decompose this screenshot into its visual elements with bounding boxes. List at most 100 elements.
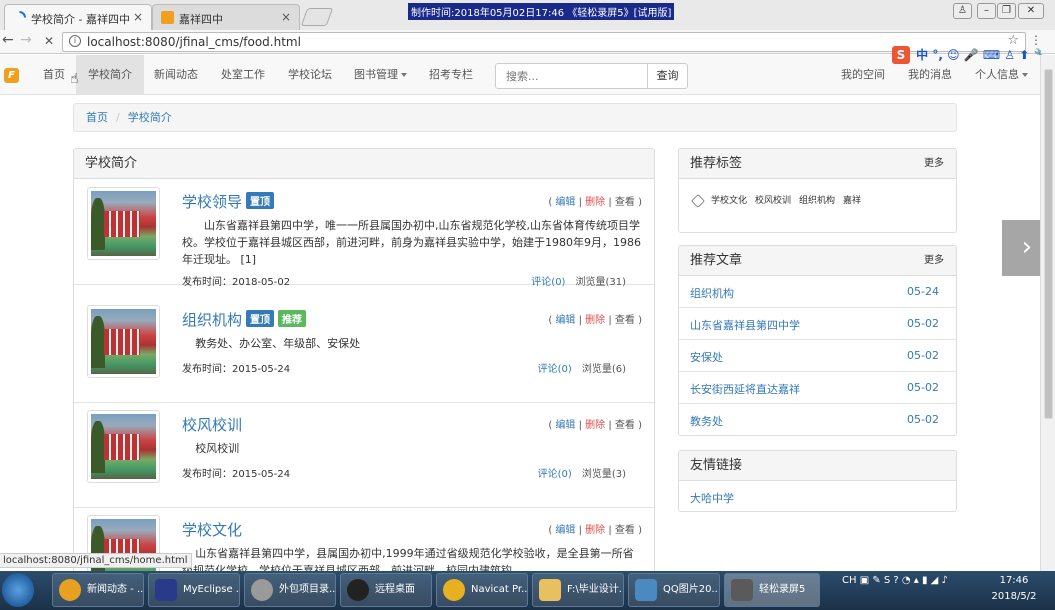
user-icon[interactable]: ♙ <box>953 3 972 19</box>
comments-link[interactable]: 评论(0) <box>538 364 572 375</box>
edit-link[interactable]: 编辑 <box>555 315 575 326</box>
more-link[interactable]: 更多 <box>924 149 944 178</box>
article-title[interactable]: 校风校训 <box>182 416 242 434</box>
more-link[interactable]: 更多 <box>924 246 944 275</box>
delete-link[interactable]: 删除 <box>585 197 605 208</box>
article-title[interactable]: 组织机构 <box>182 311 242 329</box>
taskbar-item[interactable]: QQ图片20... <box>628 573 720 607</box>
article-thumbnail[interactable] <box>87 305 160 378</box>
nav-forum[interactable]: 学校论坛 <box>288 55 332 95</box>
nav-library-dropdown[interactable]: 图书管理 <box>354 55 407 95</box>
view-link[interactable]: 查看 <box>615 197 635 208</box>
list-item[interactable]: 教务处 05-02 <box>679 404 956 435</box>
list-item-title[interactable]: 长安街西延将直达嘉祥 <box>690 381 800 397</box>
tag[interactable]: 校风校训 <box>755 196 791 206</box>
site-logo[interactable]: F <box>4 68 19 83</box>
close-icon[interactable]: × <box>133 10 143 24</box>
panel-heading: 推荐标签 <box>690 156 743 171</box>
article-thumbnail[interactable] <box>87 410 160 483</box>
list-item[interactable]: 安保处 05-02 <box>679 340 956 372</box>
nav-school-intro[interactable]: 学校简介 <box>76 55 144 95</box>
myeclipse-icon <box>155 579 177 601</box>
language-indicator[interactable]: CH <box>842 575 857 586</box>
view-link[interactable]: 查看 <box>615 315 635 326</box>
list-item-title[interactable]: 组织机构 <box>690 285 734 301</box>
breadcrumb-separator: / <box>116 111 120 124</box>
recorder-icon <box>731 579 753 601</box>
view-count: 浏览量(3) <box>581 469 626 480</box>
search-input[interactable] <box>495 63 648 89</box>
article-thumbnail[interactable] <box>87 187 160 260</box>
article-item: 组织机构 置顶 推荐 ( 编辑 | 删除 | 查看 ) 教务处、办公室、年级部、安保… <box>74 297 654 403</box>
nav-home[interactable]: 首页 <box>43 55 65 95</box>
menu-icon[interactable]: ⋮ <box>1030 33 1042 47</box>
delete-link[interactable]: 删除 <box>585 315 605 326</box>
info-icon[interactable]: i <box>69 35 81 47</box>
taskbar-item[interactable]: MyEclipse ... <box>148 573 240 607</box>
article-summary: 教务处、办公室、年级部、安保处 <box>195 337 361 350</box>
list-item[interactable]: 山东省嘉祥县第四中学 05-02 <box>679 308 956 340</box>
delete-link[interactable]: 删除 <box>585 420 605 431</box>
taskbar-item[interactable]: Navicat Pr... <box>436 573 528 607</box>
list-item[interactable]: 组织机构 05-24 <box>679 276 956 308</box>
friend-link[interactable]: 大哈中学 <box>679 481 956 506</box>
comments-link[interactable]: 评论(0) <box>538 469 572 480</box>
panel-heading: 推荐文章 <box>690 253 743 268</box>
edit-link[interactable]: 编辑 <box>555 420 575 431</box>
nav-departments[interactable]: 处室工作 <box>221 55 265 95</box>
minimize-button[interactable]: – <box>977 3 996 19</box>
restore-button[interactable]: ❐ <box>997 3 1016 19</box>
sogou-ime-icon[interactable]: S <box>892 46 910 64</box>
edit-link[interactable]: 编辑 <box>555 525 575 536</box>
comments-link[interactable]: 评论(0) <box>531 277 565 288</box>
article-title[interactable]: 学校文化 <box>182 521 242 539</box>
view-link[interactable]: 查看 <box>615 420 635 431</box>
search-button[interactable]: 查询 <box>647 63 688 89</box>
recorder-banner: 制作时间:2018年05月02日17:46 《轻松录屏5》[试用版] <box>408 3 675 20</box>
list-item-title[interactable]: 安保处 <box>690 349 723 365</box>
list-item-title[interactable]: 山东省嘉祥县第四中学 <box>690 317 800 333</box>
taskbar-item[interactable]: 轻松录屏5 <box>724 573 820 607</box>
browser-tab-active[interactable]: 学校简介 - 嘉祥四中 × <box>4 4 152 30</box>
url-text: localhost:8080/jfinal_cms/food.html <box>87 35 301 49</box>
breadcrumb-home[interactable]: 首页 <box>86 111 108 124</box>
nav-admissions[interactable]: 招考专栏 <box>429 55 473 95</box>
view-count: 浏览量(31) <box>575 277 626 288</box>
page-scrollbar[interactable] <box>1040 55 1055 571</box>
tag[interactable]: 学校文化 <box>711 196 747 206</box>
scrollbar-thumb[interactable] <box>1044 69 1053 419</box>
nav-my-space[interactable]: 我的空间 <box>841 55 885 95</box>
web-page: F 首页 学校简介 新闻动态 处室工作 学校论坛 图书管理 招考专栏 查询 我的… <box>0 55 1040 571</box>
start-button[interactable] <box>2 573 34 607</box>
taskbar-item[interactable]: F:\毕业设计... <box>532 573 624 607</box>
article-title[interactable]: 学校领导 <box>182 193 242 211</box>
list-item-title[interactable]: 教务处 <box>690 413 723 429</box>
close-icon[interactable]: × <box>281 10 291 24</box>
browser-tab[interactable]: 嘉祥四中 × <box>152 4 300 30</box>
edit-link[interactable]: 编辑 <box>555 197 575 208</box>
nav-library-label: 图书管理 <box>354 68 398 81</box>
article-date: 发布时间：2015-05-24 <box>182 364 291 375</box>
close-window-button[interactable]: ✕ <box>1018 3 1044 19</box>
delete-link[interactable]: 删除 <box>585 525 605 536</box>
back-icon[interactable]: ← <box>2 32 14 48</box>
stop-icon[interactable]: ✕ <box>44 34 54 48</box>
taskbar-item[interactable]: 外包项目录... <box>244 573 336 607</box>
taskbar-label: QQ图片20... <box>663 584 720 595</box>
tag[interactable]: 组织机构 <box>799 196 835 206</box>
breadcrumb-current[interactable]: 学校简介 <box>128 111 172 124</box>
taskbar-item[interactable]: 新闻动态 - ... <box>52 573 144 607</box>
article-date: 发布时间：2015-05-24 <box>182 469 291 480</box>
friend-links-panel: 友情链接 大哈中学 <box>678 450 957 512</box>
nav-news[interactable]: 新闻动态 <box>154 55 198 95</box>
view-link[interactable]: 查看 <box>615 525 635 536</box>
address-bar[interactable]: i localhost:8080/jfinal_cms/food.html ☆ <box>62 32 1026 52</box>
tag[interactable]: 嘉祥 <box>843 196 861 206</box>
taskbar-label: 外包项目录... <box>279 584 336 595</box>
forward-icon[interactable]: → <box>20 32 32 48</box>
taskbar-item[interactable]: 远程桌面 <box>340 573 432 607</box>
list-item[interactable]: 长安街西延将直达嘉祥 05-02 <box>679 372 956 404</box>
system-clock[interactable]: 17:46 2018/5/2 <box>984 573 1044 605</box>
navicat-icon <box>443 579 465 601</box>
new-tab-button[interactable] <box>300 8 334 26</box>
